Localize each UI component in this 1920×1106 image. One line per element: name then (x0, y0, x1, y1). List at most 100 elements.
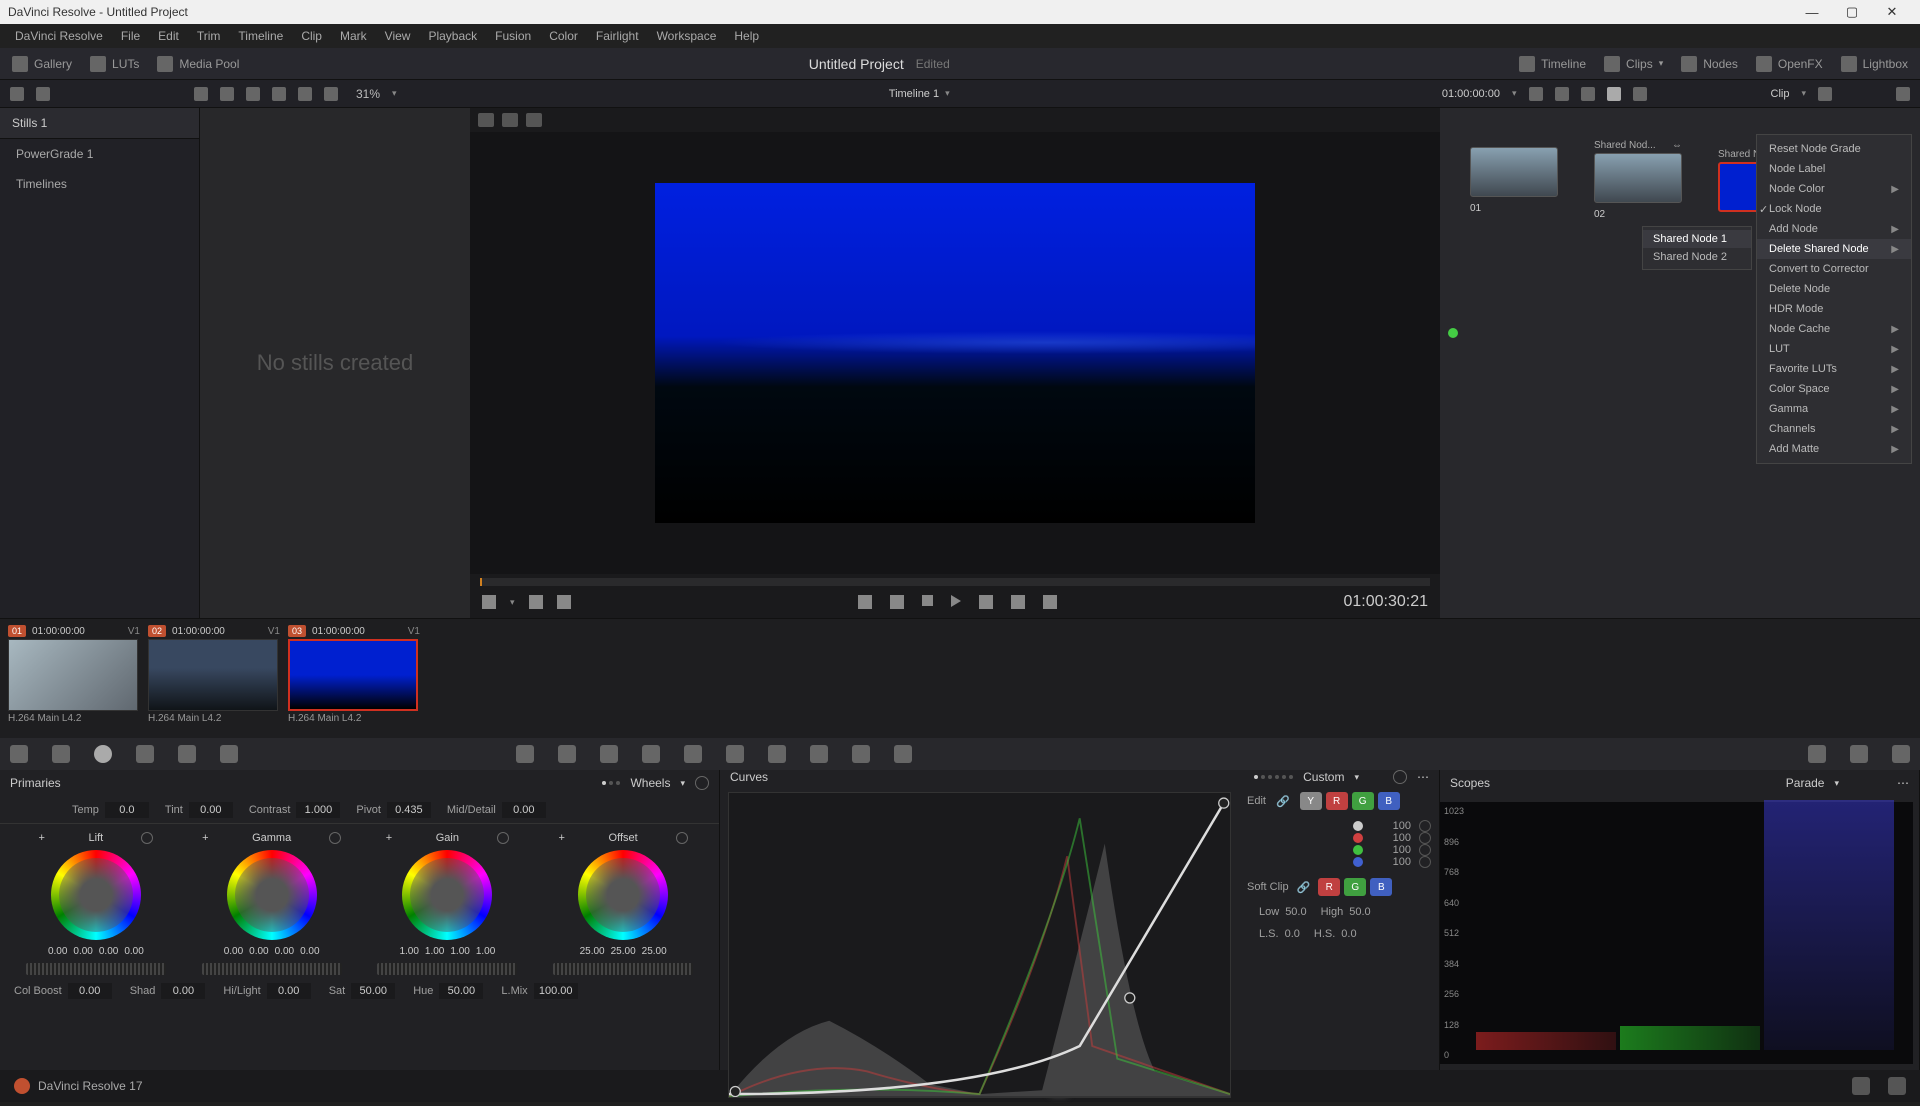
eyedropper-icon[interactable] (482, 595, 496, 609)
primaries-reset-icon[interactable] (695, 776, 709, 790)
gamma-wheel[interactable] (227, 850, 317, 940)
scopes-mode[interactable]: Parade (1786, 776, 1825, 790)
curves-mode[interactable]: Custom (1303, 770, 1344, 784)
ctx-delete-shared-node[interactable]: Delete Shared Node▶ (1757, 239, 1911, 259)
qualifier-icon[interactable] (600, 745, 618, 763)
channel-dot-3[interactable] (1353, 857, 1363, 867)
channel-reset-3[interactable] (1419, 856, 1431, 868)
hdr-icon[interactable] (136, 745, 154, 763)
wand-icon[interactable] (526, 113, 542, 127)
menu-timeline[interactable]: Timeline (229, 29, 292, 43)
unmix-icon[interactable] (529, 595, 543, 609)
color-match-icon[interactable] (52, 745, 70, 763)
temp-input[interactable] (105, 802, 149, 818)
channel-val-0[interactable]: 100 (1371, 820, 1411, 832)
y-channel-button[interactable]: Y (1300, 792, 1322, 810)
ctx-node-color[interactable]: Node Color▶ (1757, 179, 1911, 199)
hand-icon[interactable] (1633, 87, 1647, 101)
hilight-input[interactable] (267, 983, 311, 999)
curves-tool-icon[interactable] (516, 745, 534, 763)
menu-view[interactable]: View (376, 29, 420, 43)
gamma-reset-icon[interactable] (329, 832, 341, 844)
pivot-input[interactable] (387, 802, 431, 818)
window-icon[interactable] (642, 745, 660, 763)
ctx-add-node[interactable]: Add Node▶ (1757, 219, 1911, 239)
ctx-color-space[interactable]: Color Space▶ (1757, 379, 1911, 399)
list-icon[interactable] (246, 87, 260, 101)
stop-icon[interactable] (922, 595, 933, 606)
ctx-reset-node-grade[interactable]: Reset Node Grade (1757, 139, 1911, 159)
softclip-link-icon[interactable]: 🔗 (1297, 881, 1311, 894)
ctx-favorite-luts[interactable]: Favorite LUTs▶ (1757, 359, 1911, 379)
channel-dot-2[interactable] (1353, 845, 1363, 855)
menu-fusion[interactable]: Fusion (486, 29, 540, 43)
more-icon[interactable] (324, 87, 338, 101)
gain-reset-icon[interactable] (497, 832, 509, 844)
last-frame-icon[interactable] (1011, 595, 1025, 609)
primaries-icon[interactable] (94, 745, 112, 763)
sc-g-button[interactable]: G (1344, 878, 1366, 896)
camera-raw-icon[interactable] (10, 745, 28, 763)
menu-edit[interactable]: Edit (149, 29, 188, 43)
channel-val-1[interactable]: 100 (1371, 832, 1411, 844)
channel-reset-1[interactable] (1419, 832, 1431, 844)
lift-reset-icon[interactable] (141, 832, 153, 844)
ls-val[interactable]: 0.0 (1285, 928, 1300, 940)
node-output-icon[interactable] (1448, 328, 1458, 338)
viewer-more-icon[interactable] (1581, 87, 1595, 101)
viewer-timecode[interactable]: 01:00:00:00 (1442, 88, 1500, 100)
b-channel-button[interactable]: B (1378, 792, 1400, 810)
menu-color[interactable]: Color (540, 29, 587, 43)
maximize-button[interactable]: ▢ (1832, 4, 1872, 20)
lift-wheel[interactable] (51, 850, 141, 940)
blur-icon[interactable] (768, 745, 786, 763)
bypass-icon[interactable] (1529, 87, 1543, 101)
clip-03[interactable]: 0301:00:00:00V1 H.264 Main L4.2 (288, 625, 420, 732)
menu-trim[interactable]: Trim (188, 29, 230, 43)
menu-fairlight[interactable]: Fairlight (587, 29, 648, 43)
ctx-lock-node[interactable]: ✓Lock Node (1757, 199, 1911, 219)
timeline-name[interactable]: Timeline 1 (889, 88, 939, 100)
gain-wheel[interactable] (402, 850, 492, 940)
nodes-more-icon[interactable] (1896, 87, 1910, 101)
ctx-lut[interactable]: LUT▶ (1757, 339, 1911, 359)
contrast-input[interactable] (296, 802, 340, 818)
play-icon[interactable] (951, 595, 961, 607)
low-val[interactable]: 50.0 (1285, 906, 1306, 918)
g-channel-button[interactable]: G (1352, 792, 1374, 810)
warper-icon[interactable] (558, 745, 576, 763)
scopes-opt1-icon[interactable] (1849, 776, 1863, 790)
shad-input[interactable] (161, 983, 205, 999)
keyframe-icon[interactable] (1808, 745, 1826, 763)
channel-reset-0[interactable] (1419, 820, 1431, 832)
offset-reset-icon[interactable] (676, 832, 688, 844)
zoom-level[interactable]: 31% (356, 87, 380, 101)
middetail-input[interactable] (502, 802, 546, 818)
lift-slider[interactable] (26, 963, 166, 975)
wheels-dropdown[interactable]: Wheels (630, 776, 670, 790)
nodes-button[interactable]: Nodes (1681, 56, 1738, 72)
tracker-icon[interactable] (684, 745, 702, 763)
ctx-delete-node[interactable]: Delete Node (1757, 279, 1911, 299)
offset-wheel[interactable] (578, 850, 668, 940)
ctx-hdr-mode[interactable]: HDR Mode (1757, 299, 1911, 319)
motion-icon[interactable] (220, 745, 238, 763)
hs-val[interactable]: 0.0 (1341, 928, 1356, 940)
luts-button[interactable]: LUTs (90, 56, 139, 72)
channel-dot-0[interactable] (1353, 821, 1363, 831)
sizing-icon[interactable] (852, 745, 870, 763)
channel-val-3[interactable]: 100 (1371, 856, 1411, 868)
ctx-node-cache[interactable]: Node Cache▶ (1757, 319, 1911, 339)
3d-icon[interactable] (894, 745, 912, 763)
lmix-input[interactable] (534, 983, 578, 999)
sort-icon[interactable] (194, 87, 208, 101)
channel-reset-2[interactable] (1419, 844, 1431, 856)
next-frame-icon[interactable] (979, 595, 993, 609)
colboost-input[interactable] (68, 983, 112, 999)
ctx-node-label[interactable]: Node Label (1757, 159, 1911, 179)
highlight-icon[interactable] (478, 113, 494, 127)
auto-balance-icon[interactable] (12, 803, 26, 817)
submenu-shared-node-2[interactable]: Shared Node 2 (1643, 248, 1751, 266)
loop-icon[interactable] (1043, 595, 1057, 609)
magic-mask-icon[interactable] (726, 745, 744, 763)
